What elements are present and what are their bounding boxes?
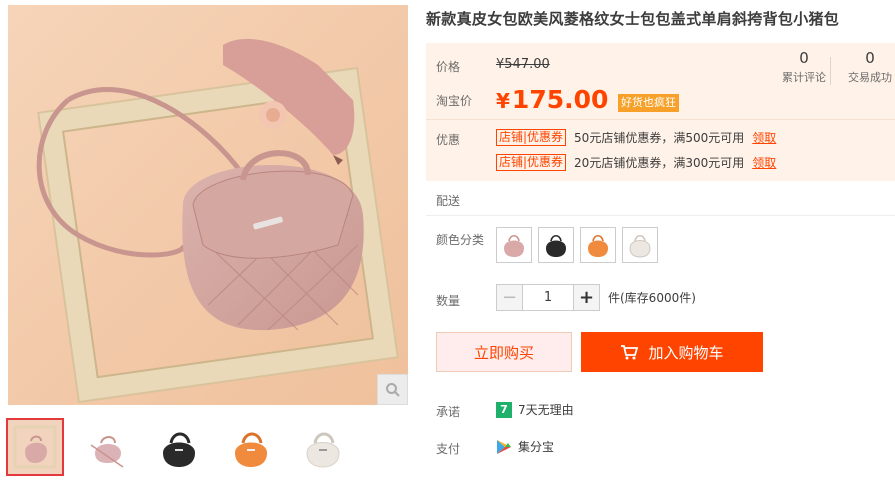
buy-now-label: 立即购买 (473, 343, 534, 362)
divider (426, 119, 895, 120)
divider (426, 215, 895, 216)
color-option-white[interactable] (622, 227, 658, 263)
product-photo (8, 5, 408, 405)
coupon-text: 20元店铺优惠券，满300元可用 (574, 156, 745, 170)
review-count: 0 (799, 49, 809, 67)
black-bag-icon (546, 234, 566, 257)
price-amount: 175.00 (511, 85, 609, 114)
color-label: 颜色分类 (436, 233, 485, 247)
color-options (496, 227, 658, 263)
thumbnail-strip (6, 418, 350, 476)
price-panel: 价格 ¥547.00 0 累计评论 0 交易成功 淘宝价 ¥ 175.00 好货… (426, 43, 895, 181)
seven-day-return-icon: 7 (496, 401, 512, 418)
coupon-tag: 店铺|优惠券 (496, 129, 567, 146)
current-price: ¥ 175.00 (496, 85, 608, 114)
price-label: 价格 (436, 60, 461, 74)
review-label: 累计评论 (782, 71, 826, 84)
buy-now-button[interactable]: 立即购买 (436, 332, 572, 372)
quantity-input[interactable]: 1 (523, 284, 573, 311)
coupon-label: 优惠 (436, 133, 461, 147)
orange-bag-icon (588, 234, 608, 257)
stock-info: 件(库存6000件) (608, 291, 696, 305)
payment-label: 支付 (436, 442, 461, 456)
sales-label: 交易成功 (848, 71, 892, 84)
bag-thumbnail-icon (13, 425, 57, 469)
sales-count: 0 (865, 49, 875, 67)
bag-thumbnail-icon (90, 436, 124, 468)
thumbnail-3[interactable] (152, 420, 206, 474)
taobao-price-label: 淘宝价 (436, 94, 473, 108)
increase-quantity-button[interactable]: + (573, 284, 600, 311)
bag-thumbnail-icon (163, 432, 195, 467)
claim-coupon-link[interactable]: 领取 (752, 129, 776, 146)
cart-icon (621, 345, 639, 360)
delivery-label: 配送 (436, 194, 461, 208)
pink-bag-icon (504, 234, 524, 257)
decrease-quantity-button[interactable]: − (496, 284, 523, 311)
sales-stat: 0 交易成功 (844, 49, 895, 85)
coupon-item: 店铺|优惠券 50元店铺优惠券，满500元可用 领取 (496, 129, 776, 146)
zoom-button[interactable] (377, 374, 408, 405)
main-product-image[interactable] (8, 5, 408, 405)
thumbnail-2[interactable] (80, 420, 134, 474)
review-stat[interactable]: 0 累计评论 (778, 49, 830, 85)
color-option-black[interactable] (538, 227, 574, 263)
payment-item[interactable]: 集分宝 (496, 438, 554, 455)
color-option-pink[interactable] (496, 227, 532, 263)
bag-thumbnail-icon (306, 432, 340, 468)
jifenbao-icon (496, 439, 512, 455)
original-price: ¥547.00 (496, 57, 550, 72)
coupon-tag: 店铺|优惠券 (496, 154, 567, 171)
coupon-text: 50元店铺优惠券，满500元可用 (574, 131, 745, 145)
promise-item[interactable]: 7 7天无理由 (496, 401, 574, 418)
quantity-stepper: − 1 + 件(库存6000件) (496, 284, 696, 311)
product-title: 新款真皮女包欧美风菱格纹女士包包盖式单肩斜挎背包小猪包 (426, 10, 840, 28)
white-bag-icon (629, 234, 651, 258)
bag-thumbnail-icon (235, 432, 267, 467)
quantity-label: 数量 (436, 294, 461, 308)
currency-symbol: ¥ (496, 89, 510, 113)
payment-text: 集分宝 (518, 440, 555, 454)
thumbnail-1[interactable] (6, 418, 64, 476)
thumbnail-4[interactable] (224, 420, 278, 474)
promo-badge: 好货也疯狂 (618, 94, 679, 112)
promise-text: 7天无理由 (518, 403, 574, 417)
stat-divider (830, 57, 831, 85)
add-to-cart-button[interactable]: 加入购物车 (581, 332, 763, 372)
magnifier-icon (385, 382, 400, 397)
claim-coupon-link[interactable]: 领取 (752, 154, 776, 171)
coupon-item: 店铺|优惠券 20元店铺优惠券，满300元可用 领取 (496, 154, 776, 171)
promise-label: 承诺 (436, 405, 461, 419)
add-to-cart-label: 加入购物车 (648, 343, 724, 362)
color-option-orange[interactable] (580, 227, 616, 263)
thumbnail-5[interactable] (296, 420, 350, 474)
